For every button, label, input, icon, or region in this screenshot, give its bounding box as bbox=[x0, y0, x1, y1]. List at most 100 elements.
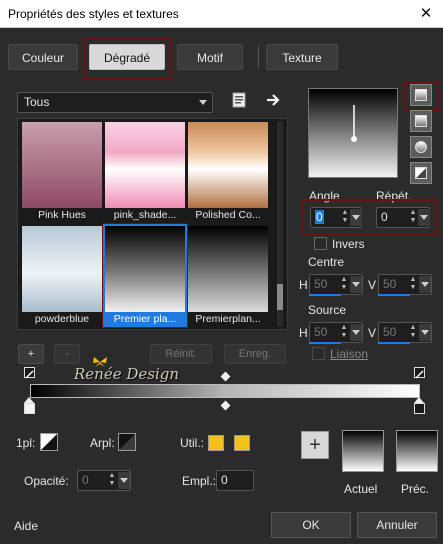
center-h-slider[interactable] bbox=[309, 294, 341, 296]
gradient-item[interactable]: pink_shade... bbox=[105, 122, 185, 221]
chevron-down-icon[interactable] bbox=[118, 472, 130, 489]
save-button[interactable]: Enreg. bbox=[224, 344, 286, 364]
center-v-input[interactable]: 50 ▲ ▼ bbox=[378, 274, 432, 295]
end-color-stop[interactable] bbox=[414, 403, 425, 414]
gradient-preview[interactable] bbox=[308, 88, 398, 178]
angle-value: 0 bbox=[315, 210, 324, 224]
spin-arrows-icon[interactable]: ▲ ▼ bbox=[338, 276, 350, 293]
source-h-label: H bbox=[299, 326, 308, 340]
category-select[interactable]: Tous bbox=[17, 92, 213, 113]
util-color-swatch[interactable] bbox=[208, 435, 224, 451]
center-h-input[interactable]: 50 ▲ ▼ bbox=[309, 274, 363, 295]
invert-label: Invers bbox=[332, 237, 365, 251]
chevron-down-icon[interactable] bbox=[350, 324, 362, 341]
foreground-marker-top[interactable] bbox=[24, 367, 35, 379]
spin-arrows-icon[interactable]: ▲ ▼ bbox=[106, 472, 118, 489]
chevron-down-icon[interactable] bbox=[350, 276, 362, 293]
source-h-input[interactable]: 50 ▲ ▼ bbox=[309, 322, 363, 343]
rectangular-style-icon[interactable] bbox=[410, 110, 432, 132]
foreground-swatch-icon[interactable] bbox=[40, 433, 58, 451]
add-gradient-button[interactable]: + bbox=[18, 344, 44, 364]
empl-label: Empl.: bbox=[182, 474, 217, 488]
category-select-value: Tous bbox=[24, 95, 50, 109]
chevron-down-icon[interactable] bbox=[350, 209, 362, 226]
opacity-value: 0 bbox=[82, 473, 89, 487]
source-v-value: 50 bbox=[383, 325, 397, 339]
center-h-value: 50 bbox=[314, 277, 328, 291]
linear-style-icon[interactable] bbox=[410, 84, 432, 106]
previous-preview[interactable] bbox=[396, 430, 438, 472]
chevron-down-icon[interactable] bbox=[419, 276, 431, 293]
gradient-item[interactable]: powderblue bbox=[22, 226, 102, 325]
radial-style-icon[interactable] bbox=[410, 136, 432, 158]
add-to-swatches-button[interactable]: + bbox=[301, 431, 329, 459]
chevron-down-icon[interactable] bbox=[418, 209, 430, 226]
gradient-swatch bbox=[105, 122, 185, 208]
help-link[interactable]: Aide bbox=[14, 519, 38, 533]
close-icon[interactable]: ✕ bbox=[415, 3, 437, 25]
opacity-label: Opacité: bbox=[24, 474, 69, 488]
source-h-slider[interactable] bbox=[309, 342, 341, 344]
gradient-item[interactable]: Pink Hues bbox=[22, 122, 102, 221]
spin-arrows-icon[interactable]: ▲ ▼ bbox=[338, 324, 350, 341]
gradient-item-label: Premier pla... bbox=[105, 312, 185, 326]
tab-degrade[interactable]: Dégradé bbox=[89, 44, 165, 70]
gradient-item-label: pink_shade... bbox=[113, 209, 177, 221]
link-label: Liaison bbox=[330, 347, 369, 361]
start-color-stop[interactable] bbox=[24, 403, 35, 414]
chevron-down-icon[interactable] bbox=[419, 324, 431, 341]
arpl-label: Arpl: bbox=[90, 436, 115, 450]
previous-preview-label: Préc. bbox=[401, 482, 430, 496]
midpoint-diamond-top[interactable] bbox=[220, 371, 231, 382]
background-swatch-icon[interactable] bbox=[118, 433, 136, 451]
repeat-input[interactable]: 0 ▲ ▼ bbox=[376, 207, 430, 228]
opacity-input[interactable]: 0 ▲ ▼ bbox=[77, 470, 131, 491]
angle-input[interactable]: 0 ▲ ▼ bbox=[310, 207, 362, 228]
arrow-right-icon[interactable] bbox=[265, 92, 281, 108]
background-marker-top[interactable] bbox=[414, 367, 425, 379]
gradient-swatch bbox=[22, 122, 102, 208]
gradient-item-label: Polished Co... bbox=[195, 209, 261, 221]
util-label: Util.: bbox=[180, 436, 204, 450]
gradient-item-label: powderblue bbox=[34, 313, 90, 325]
gallery-scrollbar[interactable] bbox=[277, 122, 283, 326]
source-label: Source bbox=[308, 303, 347, 317]
gradient-item-label: Premierplan... bbox=[195, 313, 261, 325]
center-h-label: H bbox=[299, 278, 308, 292]
gradient-item[interactable]: Polished Co... bbox=[188, 122, 268, 221]
reset-button[interactable]: Réinit. bbox=[150, 344, 212, 364]
tab-couleur[interactable]: Couleur bbox=[8, 44, 78, 70]
ok-button[interactable]: OK bbox=[271, 512, 351, 538]
midpoint-diamond[interactable] bbox=[220, 400, 231, 411]
util-color-swatch-2[interactable] bbox=[234, 435, 250, 451]
center-v-slider[interactable] bbox=[378, 294, 410, 296]
spin-arrows-icon[interactable]: ▲ ▼ bbox=[407, 276, 419, 293]
empl-input[interactable]: 0 bbox=[216, 470, 254, 491]
spin-arrows-icon[interactable]: ▲ ▼ bbox=[407, 324, 419, 341]
source-h-value: 50 bbox=[314, 325, 328, 339]
gradient-swatch bbox=[22, 226, 102, 312]
invert-checkbox[interactable] bbox=[314, 237, 327, 250]
empl-value: 0 bbox=[221, 473, 228, 487]
cancel-button[interactable]: Annuler bbox=[357, 512, 437, 538]
gradient-item-selected[interactable]: Premier pla... bbox=[103, 224, 187, 327]
sunburst-style-icon[interactable] bbox=[410, 162, 432, 184]
repeat-value: 0 bbox=[381, 210, 388, 224]
gradient-item[interactable]: Premierplan... bbox=[188, 226, 268, 325]
gradient-swatch bbox=[188, 226, 268, 312]
tab-texture[interactable]: Texture bbox=[266, 44, 338, 70]
file-list-icon[interactable] bbox=[231, 92, 247, 108]
gradient-swatch bbox=[105, 226, 185, 312]
tab-motif[interactable]: Motif bbox=[177, 44, 243, 70]
source-v-slider[interactable] bbox=[378, 342, 410, 344]
center-v-label: V bbox=[368, 278, 377, 292]
source-v-label: V bbox=[368, 326, 377, 340]
gradient-bar[interactable] bbox=[30, 384, 420, 398]
source-v-input[interactable]: 50 ▲ ▼ bbox=[378, 322, 432, 343]
scrollbar-thumb[interactable] bbox=[277, 284, 283, 310]
remove-gradient-button[interactable]: - bbox=[54, 344, 80, 364]
gradient-item-label: Pink Hues bbox=[38, 209, 86, 221]
link-checkbox[interactable] bbox=[312, 347, 325, 360]
tab-separator bbox=[258, 46, 259, 68]
center-label: Centre bbox=[308, 255, 345, 269]
